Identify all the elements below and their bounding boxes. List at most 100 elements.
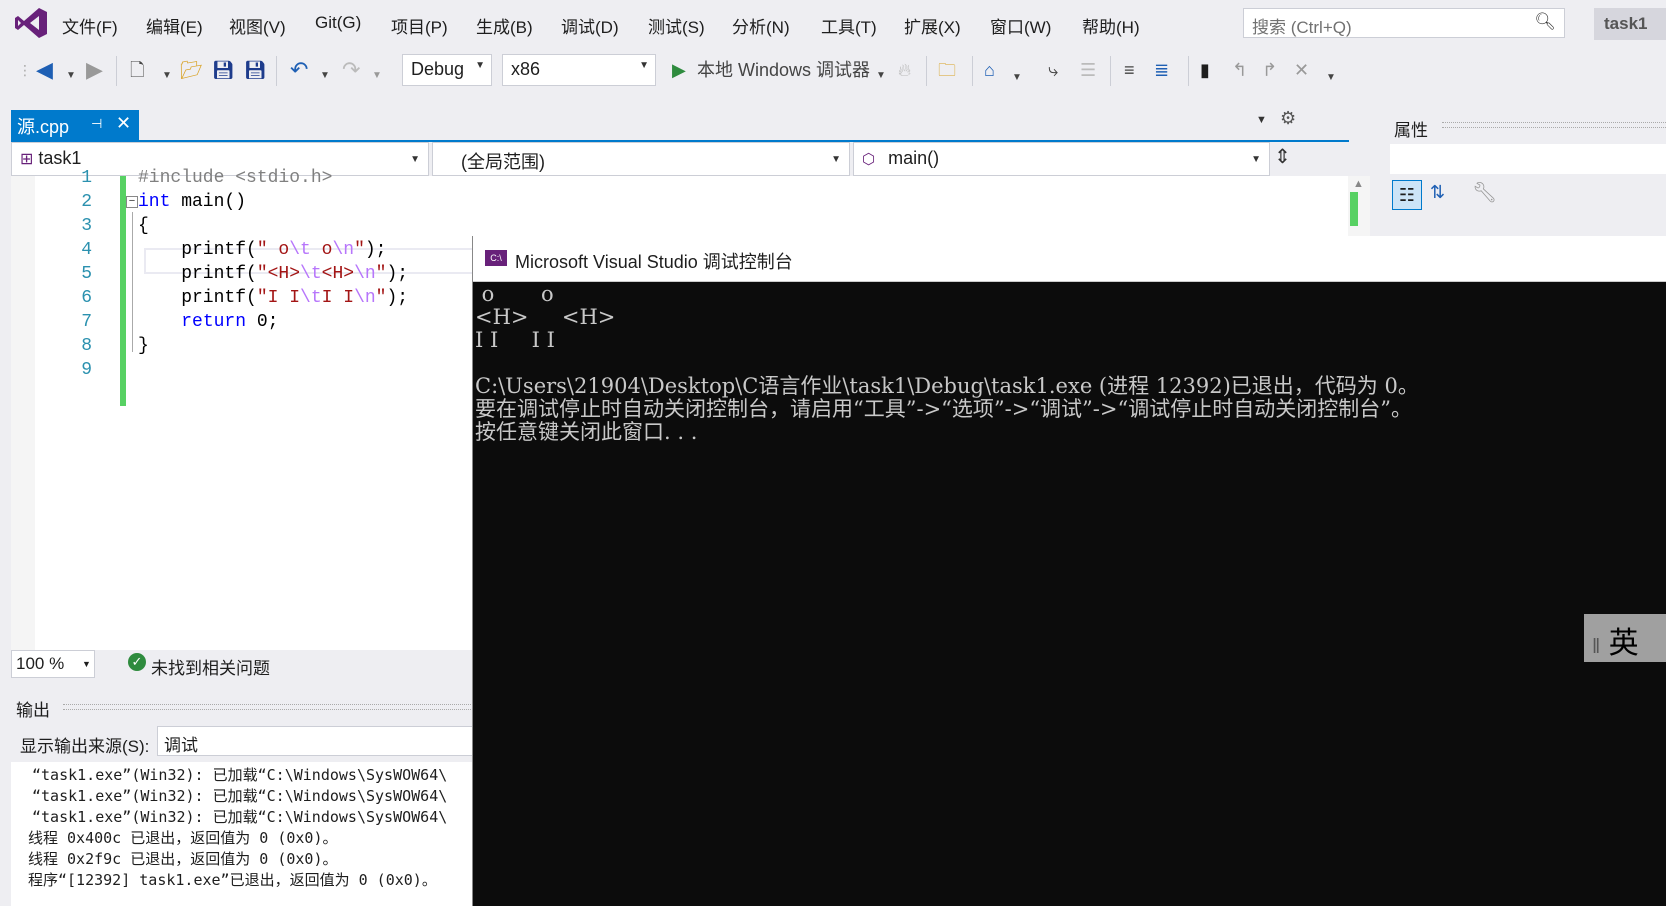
member-navigation-dropdown[interactable]: ⬡ main() ▼ [853, 142, 1270, 176]
console-line: C:\Users\21904\Desktop\C语言作业\task1\Debug… [475, 374, 1419, 398]
search-input[interactable]: 搜索 (Ctrl+Q) 🔍︎ [1243, 8, 1565, 38]
chevron-down-icon: ▼ [639, 60, 649, 71]
configuration-select[interactable]: Debug ▼ [402, 54, 492, 86]
tab-list-dropdown-icon[interactable]: ▼ [1256, 114, 1267, 126]
platform-select[interactable]: x86 ▼ [502, 54, 656, 86]
line-number: 7 [81, 312, 92, 332]
next-bookmark-icon[interactable]: ↱ [1262, 58, 1277, 82]
save-all-icon[interactable]: 💾︎ [244, 58, 267, 82]
wrench-icon[interactable]: 🔧︎ [1472, 180, 1497, 205]
chevron-down-icon: ▼ [1251, 154, 1261, 165]
menu-view[interactable]: 视图(V) [229, 13, 286, 38]
debug-target-dropdown-icon[interactable]: ▼ [876, 64, 886, 88]
line-number: 9 [81, 360, 92, 380]
menu-bar: 文件(F) 编辑(E) 视图(V) Git(G) 项目(P) 生成(B) 调试(… [0, 0, 1666, 46]
editor-margin [11, 176, 35, 652]
undo-dropdown-icon[interactable]: ▼ [320, 64, 330, 88]
line-number: 1 [81, 168, 92, 188]
code-line-7: return 0; [181, 312, 279, 332]
redo-icon[interactable]: ↷ [342, 58, 360, 82]
home-dropdown-icon[interactable]: ▼ [1012, 66, 1022, 90]
save-icon[interactable]: 💾︎ [212, 58, 235, 82]
split-window-icon[interactable]: ⇕ [1274, 144, 1291, 169]
tab-source-cpp[interactable]: 源.cpp ⊣ ✕ [11, 110, 139, 140]
menu-git[interactable]: Git(G) [315, 13, 361, 33]
toolbar-separator [1188, 56, 1189, 86]
console-title: Microsoft Visual Studio 调试控制台 [515, 252, 793, 272]
toolbar-separator [116, 56, 117, 86]
clear-bookmarks-icon[interactable]: ✕ [1294, 58, 1309, 82]
new-item-dropdown-icon[interactable]: ▼ [162, 64, 172, 88]
previous-bookmark-icon[interactable]: ↰ [1232, 58, 1247, 82]
sort-alphabetical-icon[interactable]: ⇅ [1430, 182, 1445, 203]
zoom-value: 100 % [16, 654, 65, 673]
menu-window[interactable]: 窗口(W) [990, 13, 1051, 38]
scroll-up-icon[interactable]: ▲ [1353, 178, 1364, 190]
pin-icon[interactable]: ⊣ [91, 116, 102, 132]
gear-icon[interactable]: ⚙ [1280, 108, 1296, 129]
menu-extensions[interactable]: 扩展(X) [904, 13, 961, 38]
close-icon[interactable]: ✕ [116, 113, 131, 134]
code-line-3: { [138, 216, 149, 236]
scope-navigation-dropdown[interactable]: (全局范围) ▼ [432, 142, 850, 176]
panel-grip [1442, 122, 1666, 128]
start-debug-icon[interactable]: ▶ [672, 58, 686, 82]
ime-grip-icon: ‖ [1592, 636, 1601, 658]
toolbar-overflow-icon[interactable]: ▼ [1326, 66, 1336, 90]
menu-analyze[interactable]: 分析(N) [732, 13, 790, 38]
uncomment-lines-icon[interactable]: ≣ [1154, 58, 1169, 82]
console-line: o o [475, 282, 554, 306]
properties-object-select[interactable] [1390, 144, 1666, 174]
console-line: 要在调试停止时自动关闭控制台，请启用“工具”->“选项”->“调试”->“调试停… [475, 397, 1412, 421]
menu-debug[interactable]: 调试(D) [561, 13, 619, 38]
open-folder-icon[interactable]: 📂︎ [180, 58, 203, 82]
back-icon[interactable]: ◀ [36, 58, 53, 82]
line-number: 6 [81, 288, 92, 308]
chevron-down-icon: ▼ [831, 154, 841, 165]
menu-help[interactable]: 帮助(H) [1082, 13, 1140, 38]
visual-studio-logo-icon[interactable] [14, 6, 48, 40]
console-app-icon: C:\ [485, 250, 507, 266]
menu-build[interactable]: 生成(B) [476, 13, 533, 38]
categorized-icon[interactable]: ☷ [1392, 180, 1422, 210]
scroll-change-marker [1350, 192, 1358, 226]
menu-project[interactable]: 项目(P) [391, 13, 448, 38]
menu-test[interactable]: 测试(S) [648, 13, 705, 38]
toolbar-separator [926, 56, 927, 86]
redo-dropdown-icon[interactable]: ▼ [372, 64, 382, 88]
new-item-icon[interactable]: 🗋︎ [130, 58, 144, 82]
home-window-icon[interactable]: ⌂ [984, 58, 995, 82]
debug-console-window[interactable]: C:\ Microsoft Visual Studio 调试控制台 o o <H… [472, 236, 1666, 906]
start-debug-button[interactable]: 本地 Windows 调试器 [697, 58, 870, 82]
chevron-down-icon: ▼ [475, 60, 485, 71]
menu-file[interactable]: 文件(F) [62, 13, 118, 38]
undo-icon[interactable]: ↶ [290, 58, 308, 82]
find-in-files-icon[interactable]: 🗀︎ [938, 58, 956, 82]
zoom-select[interactable]: 100 % ▼ [11, 650, 95, 678]
collapse-icon[interactable]: − [126, 196, 138, 208]
forward-icon[interactable]: ▶ [86, 58, 103, 82]
output-source-select[interactable]: 调试 [157, 726, 475, 756]
hot-reload-icon[interactable]: 🔥︎ [898, 58, 911, 82]
back-dropdown-icon[interactable]: ▼ [66, 64, 76, 88]
menu-tools[interactable]: 工具(T) [821, 13, 877, 38]
line-number: 2 [81, 192, 92, 212]
step-into-icon[interactable]: ⤷ [1048, 58, 1058, 82]
scope-nav-value: (全局范围) [461, 152, 545, 172]
step-over-icon[interactable]: ☰ [1080, 58, 1096, 82]
console-line: <H> <H> [475, 305, 616, 329]
console-title-bar[interactable]: C:\ Microsoft Visual Studio 调试控制台 [473, 236, 1666, 282]
output-line: 线程 0x400c 已退出，返回值为 0 (0x0)。 [28, 829, 338, 847]
bookmark-icon[interactable]: ▮ [1200, 58, 1210, 82]
comment-lines-icon[interactable]: ≡ [1124, 58, 1135, 82]
toolbar-grip-icon: ⋮ [18, 62, 32, 78]
issues-status[interactable]: 未找到相关问题 [151, 654, 270, 679]
console-line: 按任意键关闭此窗口. . . [475, 420, 698, 444]
ime-language-indicator[interactable]: ‖ 英 [1584, 614, 1666, 662]
search-icon: 🔍︎ [1534, 12, 1556, 31]
panel-grip [63, 704, 475, 710]
menu-edit[interactable]: 编辑(E) [146, 13, 203, 38]
toolbar-separator [972, 56, 973, 86]
check-icon: ✓ [128, 653, 146, 671]
toolbar-separator [276, 56, 277, 86]
